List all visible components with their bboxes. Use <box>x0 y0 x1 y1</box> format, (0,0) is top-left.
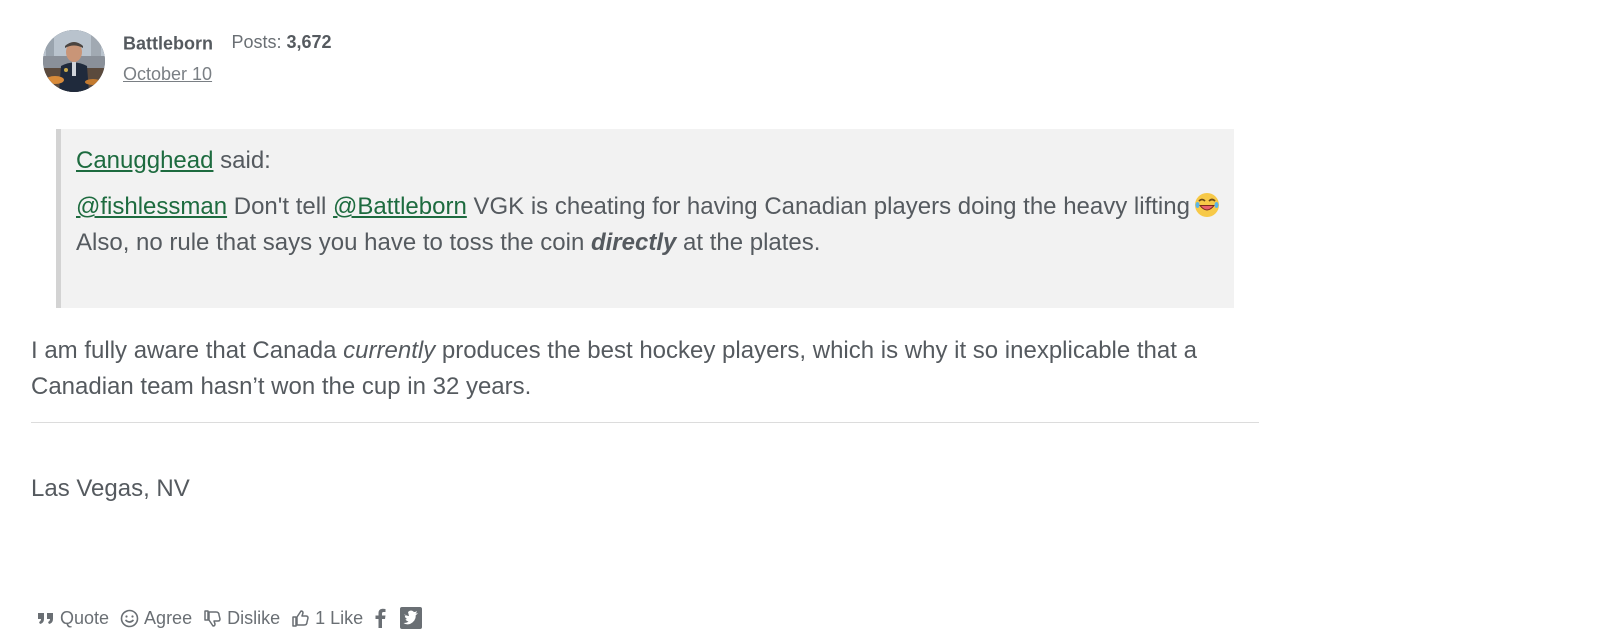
user-signature: Las Vegas, NV <box>31 475 190 502</box>
post-count: Posts: 3,672 <box>231 32 331 52</box>
smile-icon <box>120 609 139 627</box>
agree-label: Agree <box>144 607 193 628</box>
forum-post: Battleborn Posts: 3,672 October 10 Canug… <box>0 0 1602 638</box>
agree-button[interactable]: Agree <box>120 608 192 629</box>
like-label: 1 Like <box>315 607 364 628</box>
share-facebook-button[interactable] <box>374 608 386 628</box>
like-button[interactable]: 1 Like <box>291 608 363 629</box>
post-body: I am fully aware that Canada currently p… <box>31 333 1271 405</box>
quote-header: Canugghead said: <box>76 143 1234 179</box>
quote-line-2: Also, no rule that says you have to toss… <box>76 225 1234 261</box>
dislike-button[interactable]: Dislike <box>203 608 280 629</box>
quote-source-user-link[interactable]: Canugghead <box>76 147 213 174</box>
post-actions-bar: Quote Agree Dislike 1 Like <box>37 607 436 629</box>
post-date-link[interactable]: October 10 <box>123 64 212 85</box>
mention-fishlessman-link[interactable]: @fishlessman <box>76 193 227 220</box>
quote-line-1: @fishlessman Don't tell @Battleborn VGK … <box>76 189 1234 225</box>
posts-count-value: 3,672 <box>286 32 332 52</box>
quote-text-3b: at the plates. <box>676 229 821 256</box>
quote-label: Quote <box>60 607 110 628</box>
facebook-icon <box>375 608 386 628</box>
quoted-post: Canugghead said: @fishlessman Don't tell… <box>56 129 1234 308</box>
share-twitter-button[interactable] <box>400 607 423 629</box>
avatar-image <box>43 30 105 92</box>
twitter-icon <box>400 607 423 629</box>
post-body-part-1: I am fully aware that Canada <box>31 337 344 364</box>
quote-text-1: Don't tell <box>227 193 334 220</box>
mention-battleborn-link[interactable]: @Battleborn <box>333 193 467 220</box>
author-meta: Battleborn Posts: 3,672 October 10 <box>123 32 523 85</box>
quote-icon <box>38 613 53 624</box>
quote-emphasis: directly <box>590 229 677 256</box>
posts-label: Posts: <box>231 32 282 52</box>
author-name[interactable]: Battleborn <box>123 33 213 53</box>
thumbs-down-icon <box>204 609 221 627</box>
signature-divider <box>31 422 1259 423</box>
post-body-emphasis: currently <box>343 337 436 364</box>
avatar[interactable] <box>43 30 105 92</box>
quote-text-2: VGK is cheating for having Canadian play… <box>466 193 1190 220</box>
thumbs-up-icon <box>292 609 309 627</box>
quote-button[interactable]: Quote <box>37 608 109 629</box>
laughing-face-emoji-icon <box>1194 193 1219 217</box>
quote-text-3a: Also, no rule that says you have to toss… <box>76 229 591 256</box>
dislike-label: Dislike <box>227 607 281 628</box>
quote-said-label: said: <box>213 147 271 174</box>
